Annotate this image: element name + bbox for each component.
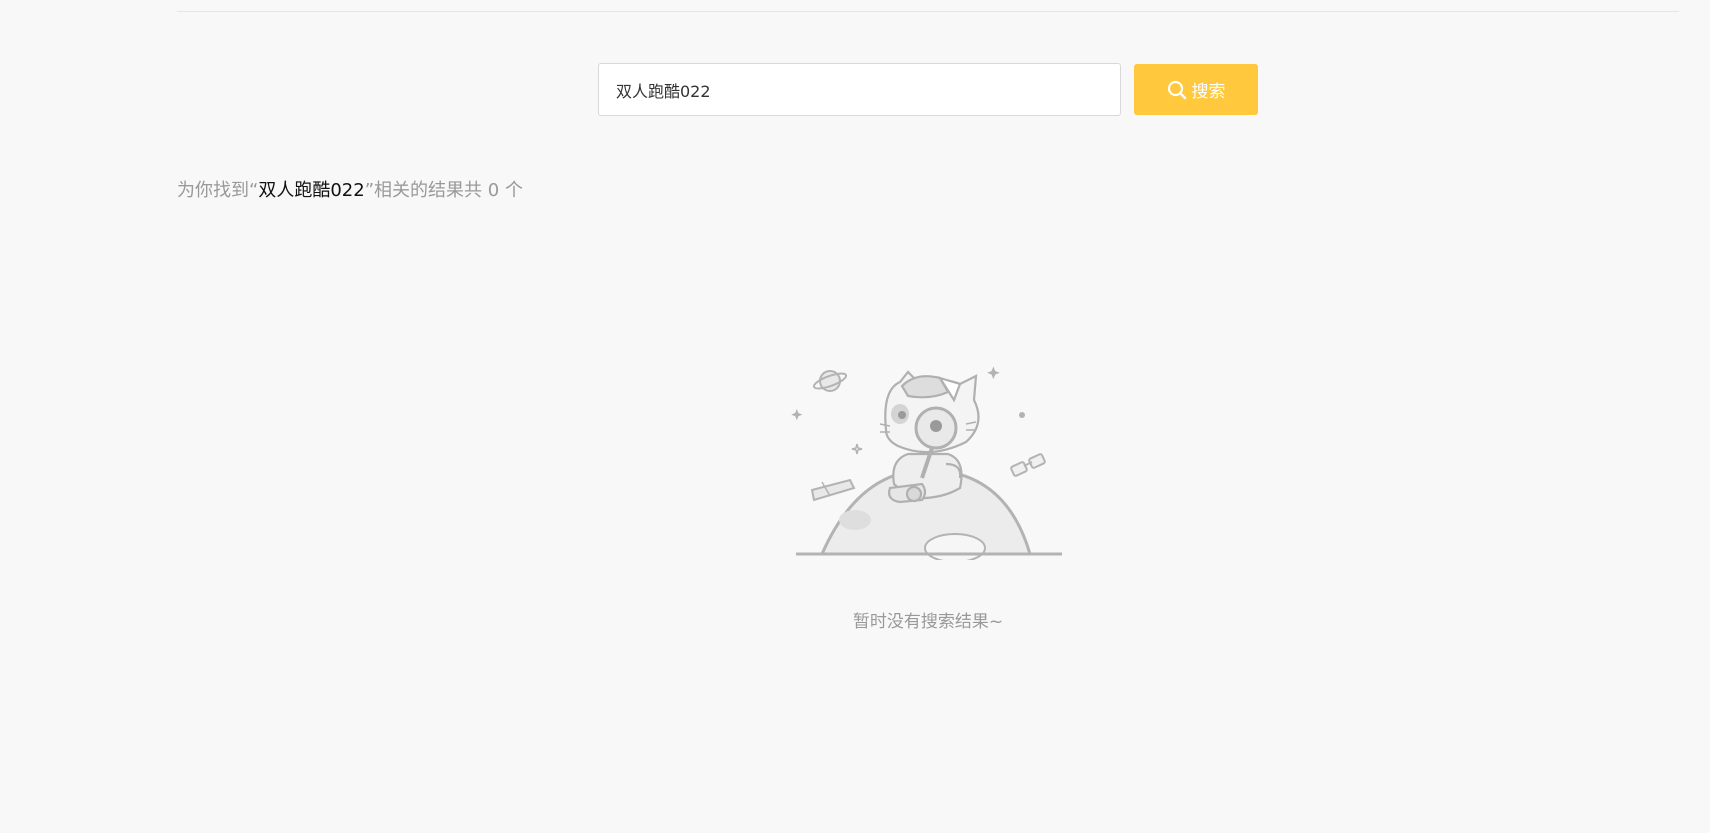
result-keyword: 双人跑酷022: [258, 180, 365, 201]
result-summary: 为你找到“双人跑酷022”相关的结果共 0 个: [177, 176, 523, 202]
open-quote: “: [249, 180, 259, 201]
result-prefix: 为你找到: [177, 180, 249, 201]
result-middle: 相关的结果共: [374, 180, 483, 201]
empty-state-illustration: [790, 360, 1062, 563]
search-button-label: 搜索: [1191, 82, 1226, 102]
meteor-icon: [810, 478, 856, 502]
empty-state-message: 暂时没有搜索结果~: [852, 612, 1004, 632]
search-icon: [1167, 80, 1187, 100]
search-button[interactable]: 搜索: [1134, 64, 1258, 115]
result-suffix: 个: [504, 180, 523, 201]
satellite-icon: [1010, 453, 1046, 477]
ringed-planet-icon: [812, 370, 848, 392]
search-input[interactable]: [598, 63, 1121, 116]
result-count: 0: [487, 180, 500, 201]
close-quote: ”: [364, 180, 375, 201]
search-results-page: 搜索 为你找到“双人跑酷022”相关的结果共 0 个: [0, 0, 1710, 833]
top-divider: [177, 11, 1679, 12]
search-bar: 搜索: [598, 63, 1258, 116]
